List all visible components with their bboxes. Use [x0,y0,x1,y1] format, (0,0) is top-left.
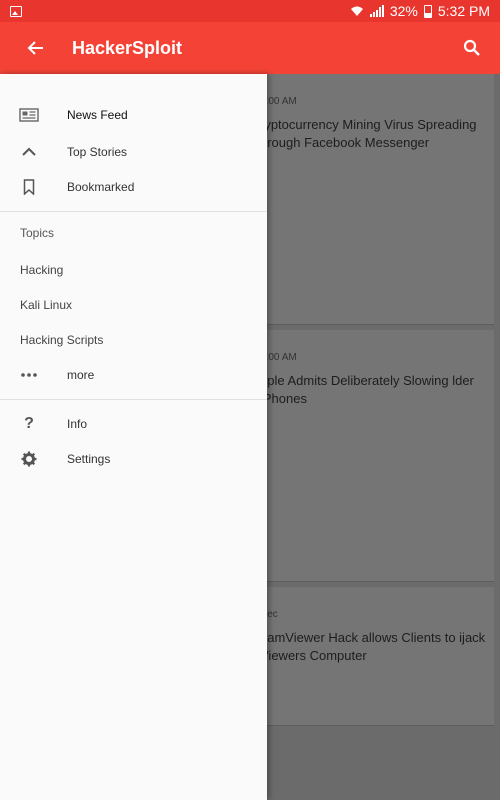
topics-header: Topics [20,226,55,240]
search-button[interactable] [444,22,500,74]
search-icon [463,39,480,56]
status-bar: 32% 5:32 PM [0,0,500,22]
drawer-item-news-feed[interactable]: News Feed [0,97,267,132]
drawer-divider [0,211,267,212]
newspaper-icon [18,104,40,126]
drawer-item-settings[interactable]: Settings [0,441,267,476]
more-dots-icon [18,364,40,386]
navigation-drawer: News Feed Top Stories Bookmarked Topics … [0,74,267,800]
drawer-item-label: Bookmarked [67,179,135,194]
card-title: eamViewer Hack allows Clients to ijack V… [260,630,486,663]
topic-hacking-scripts[interactable]: Hacking Scripts [20,333,103,347]
drawer-item-label: Top Stories [67,144,128,159]
app-title: HackerSploit [72,37,183,58]
drawer-item-label: more [67,367,95,382]
battery-percent: 32% [389,3,418,19]
topic-kali-linux[interactable]: Kali Linux [20,298,72,312]
arrow-back-icon [27,41,43,55]
chevron-up-icon [18,141,40,163]
drawer-item-bookmarked[interactable]: Bookmarked [0,169,267,204]
image-notification-icon [10,5,22,17]
wifi-icon [350,6,363,16]
card-title: ryptocurrency Mining Virus Spreading hro… [260,117,477,150]
clock: 5:32 PM [437,3,490,19]
battery-icon [423,4,432,18]
drawer-item-info[interactable]: ? Info [0,406,267,441]
gear-icon [18,448,40,470]
bookmark-icon [18,176,40,198]
drawer-item-more[interactable]: more [0,357,267,392]
drawer-item-label: Info [67,416,88,431]
question-icon: ? [24,414,34,432]
drawer-item-label: Settings [67,451,111,466]
app-bar: HackerSploit [0,22,500,74]
drawer-item-top-stories[interactable]: Top Stories [0,134,267,169]
topic-hacking[interactable]: Hacking [20,263,63,277]
drawer-item-label: News Feed [67,107,128,122]
drawer-divider [0,399,267,400]
signal-icon [369,5,384,17]
back-button[interactable] [0,22,72,74]
card-title: pple Admits Deliberately Slowing lder iP… [260,373,474,406]
